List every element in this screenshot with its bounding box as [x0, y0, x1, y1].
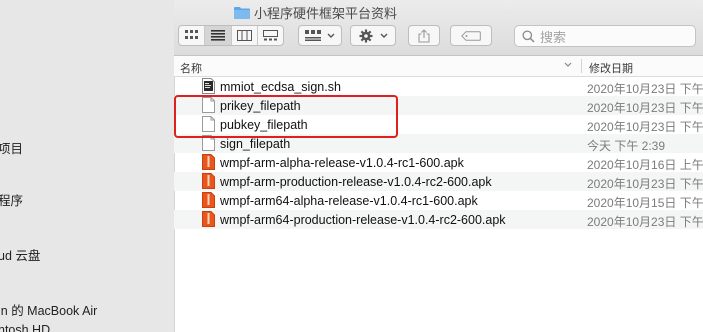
gear-icon — [359, 29, 372, 42]
sidebar-item-macintosh-hd[interactable]: ntosh HD — [0, 323, 50, 332]
column-header-bar: 名称 修改日期 — [174, 56, 703, 77]
file-date: 2020年10月23日 下午 — [587, 215, 703, 229]
share-button[interactable] — [408, 25, 440, 46]
file-name: wmpf-arm64-alpha-release-v1.0.4-rc1-600.… — [220, 194, 478, 208]
icon-view-button[interactable] — [179, 26, 206, 45]
sidebar-item-applications[interactable]: 程序 — [0, 190, 23, 209]
file-date: 2020年10月23日 下午 — [587, 120, 703, 134]
sidebar-item-icloud-drive[interactable]: ud 云盘 — [0, 245, 40, 264]
file-row[interactable]: mmiot_ecdsa_sign.sh 2020年10月23日 下午 — [174, 77, 703, 96]
column-header-name[interactable]: 名称 — [180, 60, 202, 76]
file-date: 2020年10月23日 下午 — [587, 177, 703, 191]
file-date: 2020年10月23日 下午 — [587, 101, 703, 115]
window-title-bar: 小程序硬件框架平台资料 — [234, 3, 397, 22]
toolbar: 小程序硬件框架平台资料 搜索 — [174, 0, 703, 56]
share-icon — [418, 28, 430, 43]
column-header-date-modified[interactable]: 修改日期 — [589, 60, 633, 76]
search-field[interactable]: 搜索 — [514, 25, 696, 47]
file-name: wmpf-arm64-production-release-v1.0.4-rc2… — [220, 213, 506, 227]
file-name: wmpf-arm-production-release-v1.0.4-rc2-6… — [220, 175, 492, 189]
sidebar-item-macbook-air[interactable]: in 的 MacBook Air — [0, 300, 97, 319]
shell-script-icon — [202, 78, 215, 94]
group-icon — [305, 30, 321, 41]
file-date: 今天 下午 2:39 — [587, 139, 666, 153]
search-placeholder: 搜索 — [540, 29, 567, 45]
group-by-button[interactable] — [298, 25, 342, 46]
action-menu-button[interactable] — [350, 25, 396, 46]
apk-icon — [202, 192, 215, 208]
edit-tags-button[interactable] — [450, 25, 492, 46]
folder-icon — [234, 7, 250, 19]
apk-icon — [202, 173, 215, 189]
list-view-button[interactable] — [205, 26, 232, 45]
file-date: 2020年10月15日 下午 — [587, 196, 703, 210]
file-date: 2020年10月16日 上午 — [587, 158, 703, 172]
column-divider[interactable] — [581, 59, 582, 73]
chevron-down-icon — [380, 33, 387, 38]
file-row[interactable]: wmpf-arm-production-release-v1.0.4-rc2-6… — [174, 172, 703, 191]
annotation-highlight-box — [174, 95, 398, 138]
grid-icon — [184, 30, 198, 39]
apk-icon — [202, 154, 215, 170]
file-date: 2020年10月23日 下午 — [587, 82, 703, 96]
sidebar: 项目 程序 ud 云盘 in 的 MacBook Air ntosh HD — [0, 0, 175, 332]
file-row[interactable]: wmpf-arm-alpha-release-v1.0.4-rc1-600.ap… — [174, 153, 703, 172]
file-row[interactable]: wmpf-arm64-production-release-v1.0.4-rc2… — [174, 210, 703, 229]
gallery-icon — [262, 30, 278, 41]
list-icon — [210, 30, 225, 41]
file-name: sign_filepath — [220, 137, 291, 151]
chevron-down-icon — [327, 33, 335, 38]
gallery-view-button[interactable] — [258, 26, 283, 45]
view-mode-control — [178, 25, 284, 46]
apk-icon — [202, 211, 215, 227]
file-name: mmiot_ecdsa_sign.sh — [220, 80, 341, 94]
window-title: 小程序硬件框架平台资料 — [254, 6, 398, 21]
column-view-button[interactable] — [232, 26, 258, 45]
file-row[interactable]: wmpf-arm64-alpha-release-v1.0.4-rc1-600.… — [174, 191, 703, 210]
file-name: wmpf-arm-alpha-release-v1.0.4-rc1-600.ap… — [220, 156, 464, 170]
sort-chevron-icon — [564, 62, 572, 67]
columns-icon — [236, 30, 252, 41]
sidebar-item-projects[interactable]: 项目 — [0, 138, 23, 157]
search-icon — [522, 29, 535, 43]
tag-icon — [461, 30, 481, 41]
